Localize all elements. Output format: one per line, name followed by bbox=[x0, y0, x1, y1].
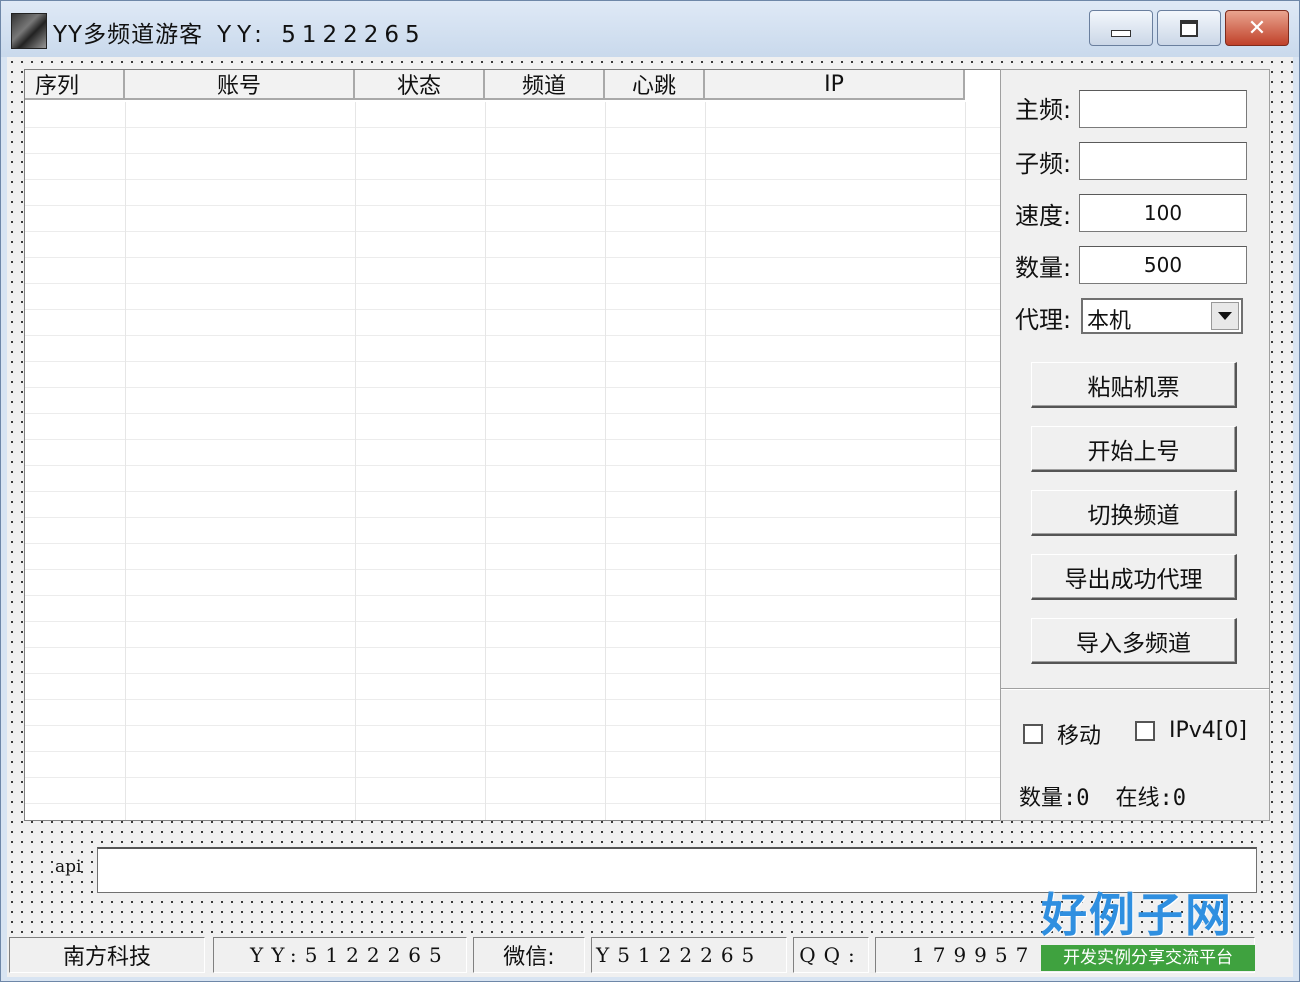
proxy-selected-value: 本机 bbox=[1087, 309, 1132, 334]
ipv4-checkbox-box[interactable] bbox=[1135, 720, 1155, 741]
import-channels-button[interactable]: 导入多频道 bbox=[1031, 618, 1237, 664]
sub-channel-label: 子频: bbox=[1015, 150, 1072, 178]
main-channel-input[interactable] bbox=[1079, 90, 1247, 128]
minimize-button[interactable] bbox=[1089, 10, 1153, 46]
move-checkbox[interactable]: 移动 bbox=[1023, 718, 1101, 750]
grid-line bbox=[705, 102, 706, 820]
stats-line: 数量:0 在线:0 bbox=[1019, 780, 1186, 812]
col-header-ip[interactable]: IP bbox=[705, 70, 965, 100]
dropdown-arrow-button[interactable] bbox=[1211, 302, 1239, 330]
proxy-label: 代理: bbox=[1015, 306, 1072, 334]
status-wechat-value: Y5122265 bbox=[591, 937, 787, 973]
list-header: 序列 账号 状态 频道 心跳 IP bbox=[25, 70, 1001, 102]
stat-online: 在线:0 bbox=[1115, 786, 1187, 811]
count-input[interactable]: 500 bbox=[1079, 246, 1247, 284]
app-icon bbox=[11, 13, 47, 49]
switch-channel-button[interactable]: 切换频道 bbox=[1031, 490, 1237, 536]
col-header-account[interactable]: 账号 bbox=[125, 70, 355, 100]
panel-divider bbox=[1001, 688, 1269, 690]
col-header-channel[interactable]: 频道 bbox=[485, 70, 605, 100]
status-wechat-label: 微信: bbox=[473, 937, 585, 973]
grid-line bbox=[355, 102, 356, 820]
grid-line bbox=[485, 102, 486, 820]
main-channel-label: 主频: bbox=[1015, 96, 1072, 124]
move-checkbox-box[interactable] bbox=[1023, 724, 1043, 744]
count-label: 数量: bbox=[1015, 254, 1072, 282]
chevron-down-icon bbox=[1218, 312, 1232, 320]
start-login-button[interactable]: 开始上号 bbox=[1031, 426, 1237, 472]
proxy-select[interactable]: 本机 bbox=[1081, 298, 1243, 334]
title-bar[interactable]: YY多频道游客 YY: 5122265 ✕ bbox=[1, 1, 1299, 57]
window-title-yy: YY: 5122265 bbox=[217, 22, 426, 48]
status-company: 南方科技 bbox=[9, 937, 205, 973]
window-title: YY多频道游客 YY: 5122265 bbox=[53, 15, 426, 49]
status-yy: YY: 5122265 bbox=[213, 937, 467, 973]
paste-ticket-button[interactable]: 粘贴机票 bbox=[1031, 362, 1237, 408]
grid-line bbox=[125, 102, 126, 820]
col-header-status[interactable]: 状态 bbox=[355, 70, 485, 100]
watermark-tagline: 开发实例分享交流平台 bbox=[1041, 945, 1255, 971]
export-proxy-button[interactable]: 导出成功代理 bbox=[1031, 554, 1237, 600]
status-yy-label: YY: bbox=[250, 943, 305, 967]
ipv4-checkbox[interactable]: IPv4[0] bbox=[1135, 718, 1247, 743]
close-icon: ✕ bbox=[1247, 15, 1267, 41]
status-qq-label: QQ: bbox=[793, 937, 869, 973]
stat-count: 数量:0 bbox=[1019, 786, 1090, 811]
close-button[interactable]: ✕ bbox=[1225, 10, 1289, 46]
maximize-icon bbox=[1180, 19, 1198, 37]
window-title-name: YY多频道游客 bbox=[53, 22, 204, 48]
ipv4-checkbox-label: IPv4[0] bbox=[1169, 718, 1247, 743]
list-body[interactable] bbox=[25, 102, 1001, 820]
move-checkbox-label: 移动 bbox=[1057, 724, 1102, 749]
control-panel: 主频: 子频: 速度: 100 数量: 500 代理: 本机 粘贴机票 开始上号… bbox=[1000, 69, 1270, 821]
col-header-heartbeat[interactable]: 心跳 bbox=[605, 70, 705, 100]
account-list[interactable]: 序列 账号 状态 频道 心跳 IP bbox=[24, 69, 1002, 821]
status-yy-value: 5122265 bbox=[304, 943, 450, 967]
watermark-logo: 好例子网 bbox=[1041, 888, 1233, 942]
api-label: api bbox=[55, 857, 82, 877]
col-header-index[interactable]: 序列 bbox=[25, 70, 125, 100]
minimize-icon bbox=[1111, 29, 1131, 37]
grid-line bbox=[965, 102, 966, 820]
client-area: 序列 账号 状态 频道 心跳 IP 主频: 子频: 速度: 100 数量: 50 bbox=[7, 57, 1293, 977]
maximize-button[interactable] bbox=[1157, 10, 1221, 46]
speed-input[interactable]: 100 bbox=[1079, 194, 1247, 232]
speed-label: 速度: bbox=[1015, 202, 1072, 230]
app-window: YY多频道游客 YY: 5122265 ✕ 序列 账号 状态 频道 心跳 IP 主 bbox=[0, 0, 1300, 982]
grid-line bbox=[605, 102, 606, 820]
sub-channel-input[interactable] bbox=[1079, 142, 1247, 180]
